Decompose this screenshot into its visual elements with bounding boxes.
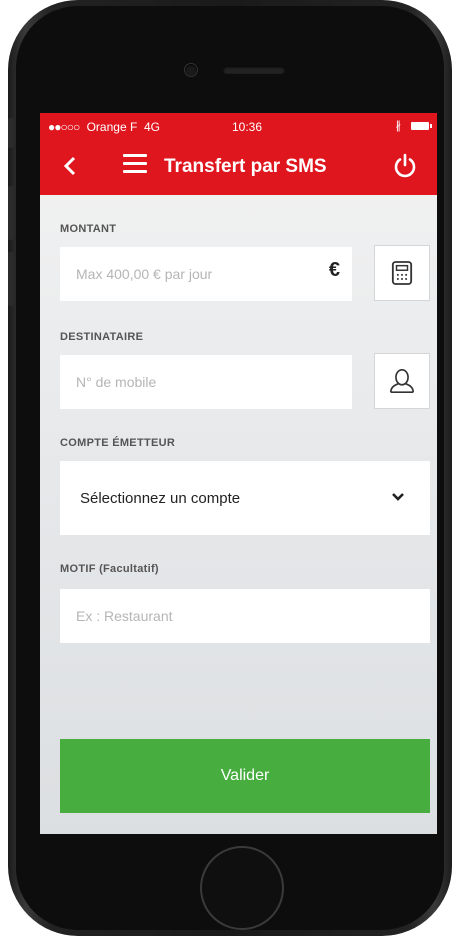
logout-button[interactable] bbox=[391, 152, 419, 180]
status-time: 10:36 bbox=[232, 120, 263, 134]
back-button[interactable] bbox=[58, 151, 82, 181]
reason-field[interactable] bbox=[60, 589, 430, 643]
carrier-name: Orange F bbox=[86, 120, 138, 134]
front-camera bbox=[185, 64, 197, 76]
reason-input[interactable] bbox=[60, 589, 430, 643]
power-icon bbox=[394, 153, 416, 178]
account-label: COMPTE ÉMETTEUR bbox=[60, 437, 176, 449]
calculator-icon bbox=[391, 261, 413, 285]
amount-field[interactable]: € bbox=[60, 247, 352, 301]
signal-strength-icon: ●●○○○ bbox=[48, 120, 80, 134]
recipient-field[interactable] bbox=[60, 355, 352, 409]
network-type: 4G bbox=[143, 120, 160, 134]
volume-up-button bbox=[8, 186, 14, 240]
page-title: Transfert par SMS bbox=[164, 156, 327, 177]
home-button[interactable] bbox=[200, 846, 284, 930]
chevron-left-icon bbox=[63, 156, 76, 176]
status-bar: ●●○○○ Orange F 4G 10:36 ∦ bbox=[40, 113, 437, 139]
calculator-button[interactable] bbox=[374, 245, 430, 301]
volume-down-button bbox=[8, 252, 14, 306]
contact-person-icon bbox=[389, 368, 415, 394]
submit-button[interactable]: Valider bbox=[60, 739, 430, 813]
reason-label: MOTIF (Facultatif) bbox=[60, 563, 159, 575]
bluetooth-icon: ∦ bbox=[395, 120, 402, 132]
amount-label: MONTANT bbox=[60, 223, 117, 235]
mute-switch bbox=[8, 118, 14, 148]
chevron-down-icon bbox=[392, 493, 404, 501]
app-header: Transfert par SMS bbox=[40, 139, 437, 195]
account-selected-value: Sélectionnez un compte bbox=[80, 490, 241, 507]
menu-button[interactable] bbox=[123, 154, 147, 178]
battery-icon bbox=[411, 122, 432, 130]
account-select[interactable]: Sélectionnez un compte bbox=[60, 461, 430, 535]
app-screen: ●●○○○ Orange F 4G 10:36 ∦ Transfert par … bbox=[40, 113, 437, 834]
contacts-button[interactable] bbox=[374, 353, 430, 409]
recipient-label: DESTINATAIRE bbox=[60, 331, 144, 343]
earpiece-speaker bbox=[223, 66, 285, 74]
amount-input[interactable] bbox=[60, 247, 352, 301]
carrier-info: ●●○○○ Orange F 4G bbox=[48, 120, 160, 134]
phone-number-input[interactable] bbox=[60, 355, 352, 409]
currency-symbol: € bbox=[328, 259, 340, 281]
